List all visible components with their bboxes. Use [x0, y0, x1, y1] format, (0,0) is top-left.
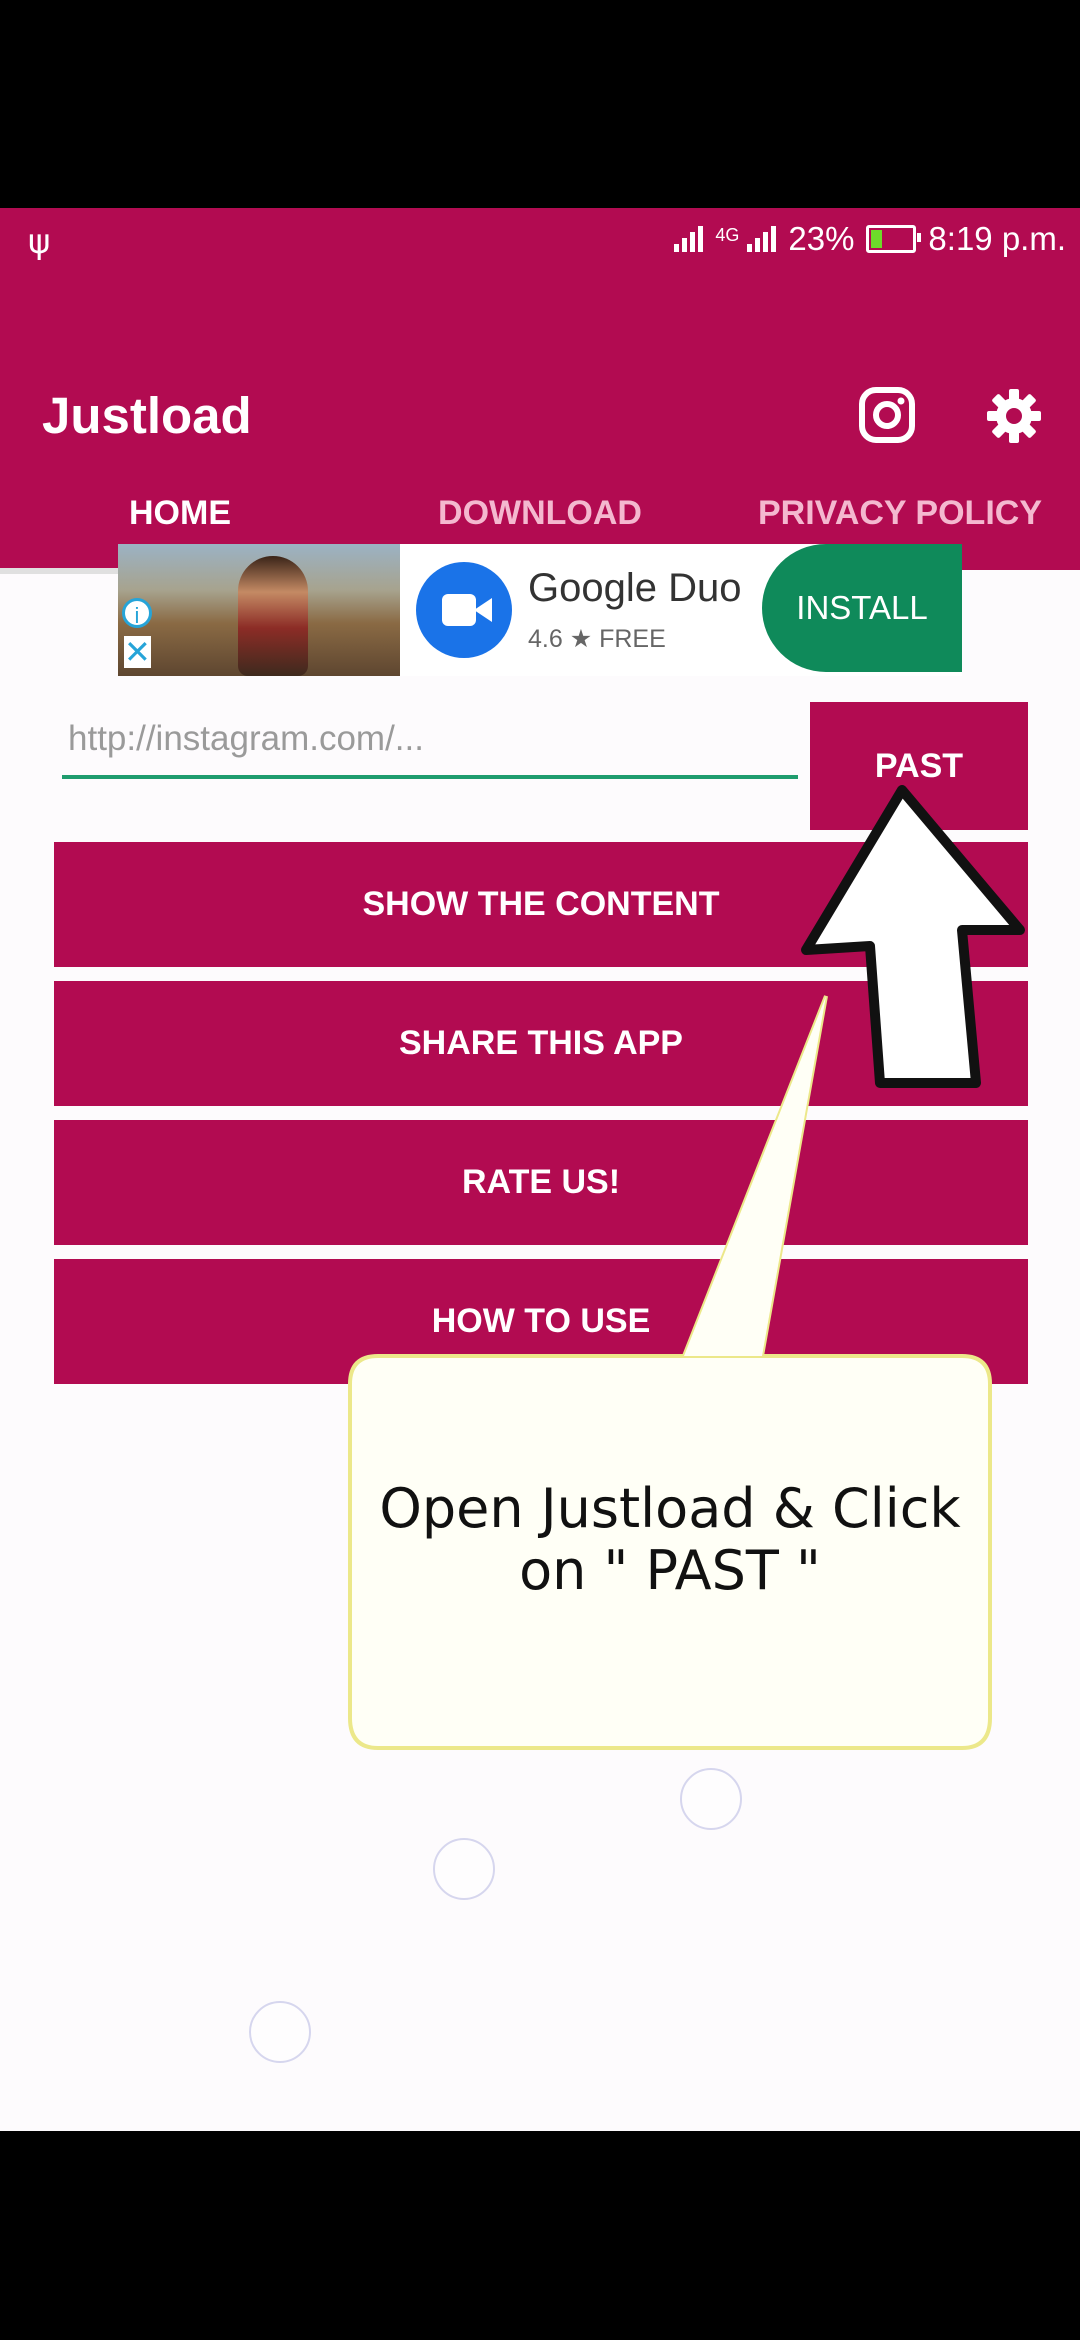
app-title: Justload [42, 387, 252, 444]
bottom-letterbox [0, 2131, 1080, 2340]
ad-app-name: Google Duo [528, 566, 742, 610]
tab-home-label: HOME [129, 493, 231, 532]
clock: 8:19 p.m. [928, 220, 1066, 257]
network-type: 4G [715, 224, 740, 245]
callout-line-2: on " PAST " [519, 1539, 821, 1602]
app-screen: ψ 4G 23% 8:19 p.m. Justload HOME DOWNLOA… [0, 208, 1080, 2131]
tab-download-label: DOWNLOAD [438, 493, 642, 532]
star-icon: ★ [569, 625, 593, 653]
signal-icon-2 [747, 226, 777, 252]
video-camera-lens-icon [474, 598, 492, 622]
ad-banner[interactable]: i ✕ Google Duo 4.6 ★ FREE INSTALL [118, 544, 962, 676]
ad-image[interactable] [118, 544, 400, 676]
how-to-use-button[interactable]: HOW TO USE [54, 1259, 1028, 1384]
app-bar: Justload HOME DOWNLOAD PRIVACY POLICY [0, 278, 1080, 570]
signal-icon [674, 226, 704, 252]
touch-ripple [680, 1768, 742, 1830]
tab-privacy-policy-label: PRIVACY POLICY [757, 493, 1043, 532]
touch-ripple [249, 2001, 311, 2063]
install-button[interactable]: INSTALL [762, 544, 962, 672]
callout-text: Open Justload & Click on " PAST " [350, 1478, 990, 1602]
touch-ripple [433, 1838, 495, 1900]
rate-us-button[interactable]: RATE US! [54, 1120, 1028, 1245]
usb-icon: ψ [28, 222, 51, 262]
show-content-button[interactable]: SHOW THE CONTENT [54, 842, 1028, 967]
url-input[interactable] [62, 703, 798, 779]
tab-download[interactable]: DOWNLOAD [360, 473, 720, 553]
gear-icon[interactable] [986, 388, 1042, 444]
ad-close-icon[interactable]: ✕ [124, 636, 151, 668]
status-indicators: 4G 23% 8:19 p.m. [674, 220, 1066, 258]
battery-percent: 23% [788, 220, 855, 257]
ad-rating-value: 4.6 [528, 625, 563, 653]
status-bar: ψ 4G 23% 8:19 p.m. [0, 208, 1080, 278]
paste-button[interactable]: PAST [810, 702, 1028, 830]
share-app-button[interactable]: SHARE THIS APP [54, 981, 1028, 1106]
callout-line-1: Open Justload & Click [379, 1477, 961, 1540]
instagram-icon[interactable] [858, 386, 916, 444]
battery-icon [866, 225, 922, 253]
video-camera-icon [442, 594, 476, 626]
ad-person-figure [238, 556, 308, 676]
battery-fill [871, 230, 882, 248]
tab-privacy-policy[interactable]: PRIVACY POLICY [720, 473, 1080, 553]
google-duo-icon[interactable] [416, 562, 512, 658]
ad-price: FREE [599, 625, 666, 653]
ad-info-icon[interactable]: i [122, 598, 152, 628]
ad-rating: 4.6 ★ FREE [528, 624, 666, 654]
tab-home[interactable]: HOME [0, 473, 360, 553]
